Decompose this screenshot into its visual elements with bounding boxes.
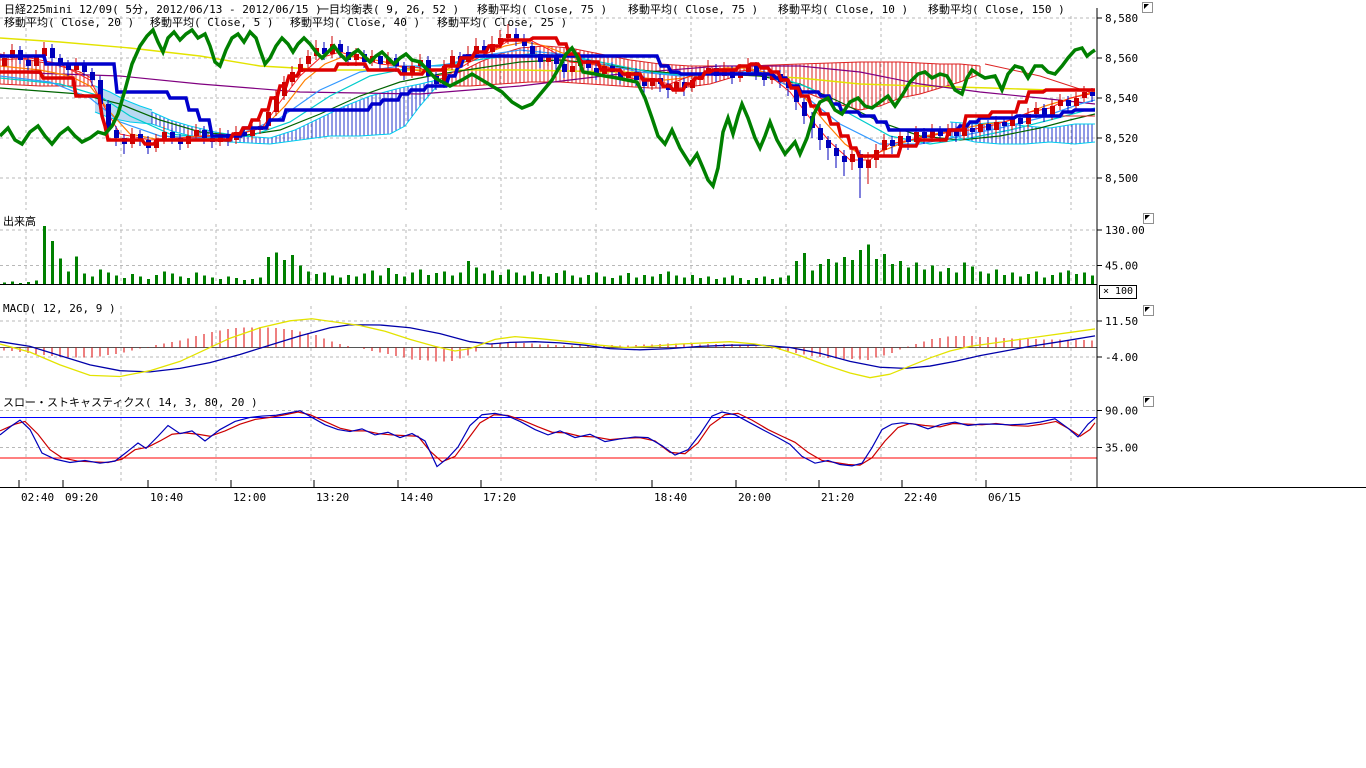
- right-axis-label: 8,540: [1105, 92, 1138, 105]
- volume-unit-box: × 100: [1099, 285, 1137, 299]
- collapse-button-volume-panel[interactable]: [1143, 213, 1154, 224]
- time-axis-label: 12:00: [233, 491, 266, 504]
- chart-application-window: 8,580 8,560 8,540 8,520 8,500 130.00 45.00 11.5…: [0, 0, 1366, 768]
- time-axis-label: 20:00: [738, 491, 771, 504]
- legend-ma20: 移動平均( Close, 20 ): [4, 14, 134, 30]
- macd-panel-label: MACD( 12, 26, 9 ): [3, 302, 116, 315]
- collapse-button-price-panel[interactable]: [1142, 2, 1153, 13]
- right-axis-label: 8,580: [1105, 12, 1138, 25]
- volume-panel-label: 出来高: [3, 213, 36, 229]
- legend-ma40: 移動平均( Close, 40 ): [290, 14, 420, 30]
- time-axis-label: 02:40: [21, 491, 54, 504]
- time-axis-label: 22:40: [904, 491, 937, 504]
- legend-ma75-b: 移動平均( Close, 75 ): [628, 1, 758, 17]
- right-axis-label: 130.00: [1105, 224, 1145, 237]
- legend-ma25: 移動平均( Close, 25 ): [437, 14, 567, 30]
- time-axis-label: 09:20: [65, 491, 98, 504]
- right-axis-label: 35.00: [1105, 442, 1138, 455]
- time-axis-label: 14:40: [400, 491, 433, 504]
- time-axis-label: 18:40: [654, 491, 687, 504]
- legend-ma150: 移動平均( Close, 150 ): [928, 1, 1065, 17]
- legend-ma5: 移動平均( Close, 5 ): [150, 14, 273, 30]
- collapse-button-macd-panel[interactable]: [1143, 305, 1154, 316]
- right-axis-label: 45.00: [1105, 259, 1138, 272]
- time-axis-label: 13:20: [316, 491, 349, 504]
- right-axis-label: 90.00: [1105, 405, 1138, 418]
- time-axis-label: 17:20: [483, 491, 516, 504]
- time-axis-label: 10:40: [150, 491, 183, 504]
- collapse-button-stoch-panel[interactable]: [1143, 396, 1154, 407]
- right-axis-label: 8,560: [1105, 52, 1138, 65]
- right-axis-label: 8,500: [1105, 172, 1138, 185]
- stoch-panel-label: スロー・ストキャスティクス( 14, 3, 80, 20 ): [3, 394, 258, 410]
- time-axis-label: 06/15: [988, 491, 1021, 504]
- time-axis-label: 21:20: [821, 491, 854, 504]
- legend-ma10: 移動平均( Close, 10 ): [778, 1, 908, 17]
- right-axis-label: -4.00: [1105, 351, 1138, 364]
- right-axis-label: 11.50: [1105, 315, 1138, 328]
- right-axis-label: 8,520: [1105, 132, 1138, 145]
